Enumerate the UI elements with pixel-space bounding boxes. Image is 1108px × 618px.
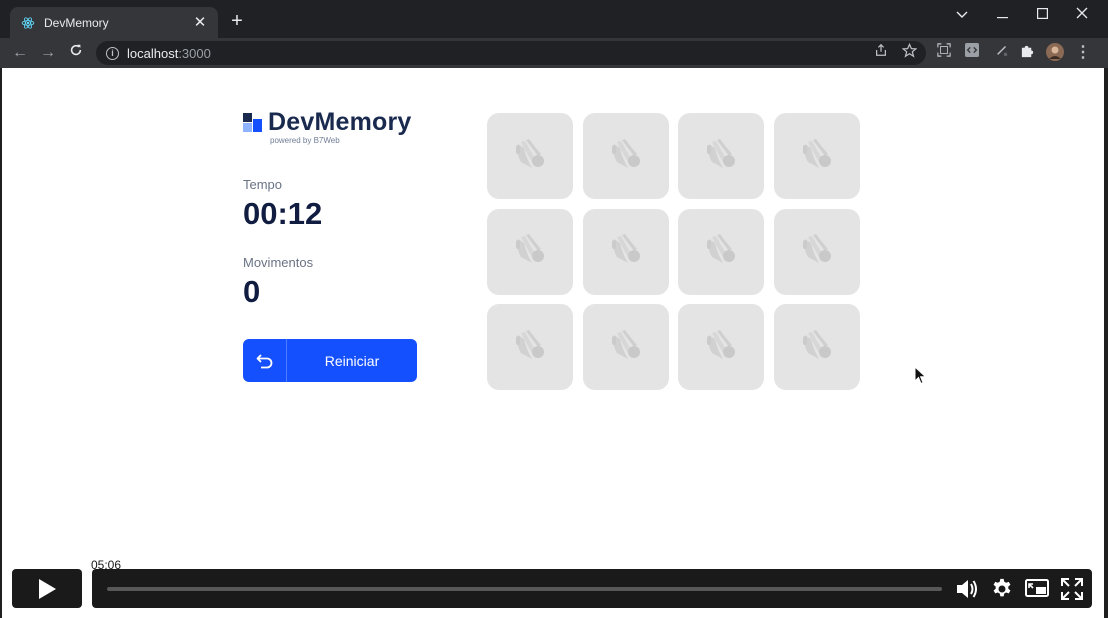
b7web-icon (512, 233, 548, 270)
logo-name: DevMemory (268, 108, 412, 136)
tab-title: DevMemory (44, 15, 109, 30)
b7web-icon (799, 329, 835, 366)
moves-value: 0 (243, 274, 261, 309)
profile-avatar[interactable] (1045, 43, 1065, 63)
minimize-button[interactable] (984, 4, 1020, 24)
reload-icon[interactable] (65, 42, 87, 64)
moves-label: Movimentos (243, 255, 314, 270)
react-icon (20, 15, 36, 31)
memory-card[interactable] (487, 113, 573, 199)
b7web-icon (512, 329, 548, 366)
reset-label: Reiniciar (324, 352, 380, 369)
memory-card[interactable] (773, 208, 860, 295)
play-icon (39, 578, 56, 599)
memory-card[interactable] (487, 208, 573, 295)
logo-subtitle: powered by B7Web (270, 136, 340, 145)
play-button[interactable] (12, 569, 82, 608)
b7web-icon (703, 138, 739, 175)
maximize-button[interactable] (1024, 4, 1060, 24)
volume-icon[interactable] (954, 576, 980, 602)
memory-card[interactable] (582, 113, 669, 199)
card-grid (487, 113, 861, 391)
restart-icon (243, 339, 287, 382)
fullscreen-icon[interactable] (1059, 576, 1085, 602)
back-arrow-icon[interactable]: ← (9, 42, 31, 64)
screenshot-icon[interactable] (934, 43, 954, 63)
b7web-icon (703, 233, 739, 270)
settings-gear-icon[interactable] (989, 576, 1015, 602)
b7web-icon (608, 329, 644, 366)
url-host: localhost (127, 45, 179, 61)
memory-card[interactable] (582, 208, 669, 295)
mouse-cursor-icon (914, 365, 928, 386)
time-value: 00:12 (243, 196, 323, 231)
memory-card[interactable] (773, 113, 860, 199)
tab-search-chevron-icon[interactable] (944, 4, 980, 24)
address-bar[interactable]: i localhost:3000 (96, 41, 926, 65)
close-window-button[interactable] (1064, 4, 1100, 24)
browser-tab[interactable]: DevMemory ✕ (10, 7, 218, 38)
bookmark-star-icon[interactable] (899, 42, 919, 63)
logo: DevMemory powered by B7Web (242, 108, 422, 150)
memory-card[interactable] (773, 304, 860, 390)
seek-bar[interactable] (107, 587, 942, 591)
player-control-bar (92, 569, 1092, 608)
close-tab-icon[interactable]: ✕ (192, 14, 208, 31)
b7web-icon (512, 138, 548, 175)
b7web-icon (608, 138, 644, 175)
b7web-icon (799, 233, 835, 270)
browser-titlebar: DevMemory ✕ + (0, 0, 1108, 38)
share-icon[interactable] (871, 43, 891, 63)
b7web-icon (799, 138, 835, 175)
memory-card[interactable] (678, 113, 764, 199)
b7web-icon (608, 233, 644, 270)
picture-in-picture-icon[interactable] (1024, 576, 1050, 602)
b7web-icon (703, 329, 739, 366)
logo-mark-icon (242, 112, 262, 132)
menu-kebab-icon[interactable]: ⋮ (1073, 43, 1093, 63)
new-tab-button[interactable]: + (228, 10, 246, 32)
reset-button[interactable]: Reiniciar (243, 339, 417, 382)
time-label: Tempo (243, 177, 283, 192)
forward-arrow-icon[interactable]: → (37, 42, 59, 64)
memory-card[interactable] (678, 208, 764, 295)
browser-toolbar: ← → i localhost:3000 ⋮ (0, 38, 1108, 68)
pen-extension-icon[interactable] (992, 43, 1012, 63)
memory-card[interactable] (582, 304, 669, 390)
code-extension-icon[interactable] (962, 43, 982, 63)
info-icon[interactable]: i (106, 46, 119, 60)
memory-card[interactable] (678, 304, 764, 390)
extensions-puzzle-icon[interactable] (1017, 43, 1037, 63)
url-port: :3000 (178, 45, 211, 61)
memory-card[interactable] (487, 304, 573, 390)
